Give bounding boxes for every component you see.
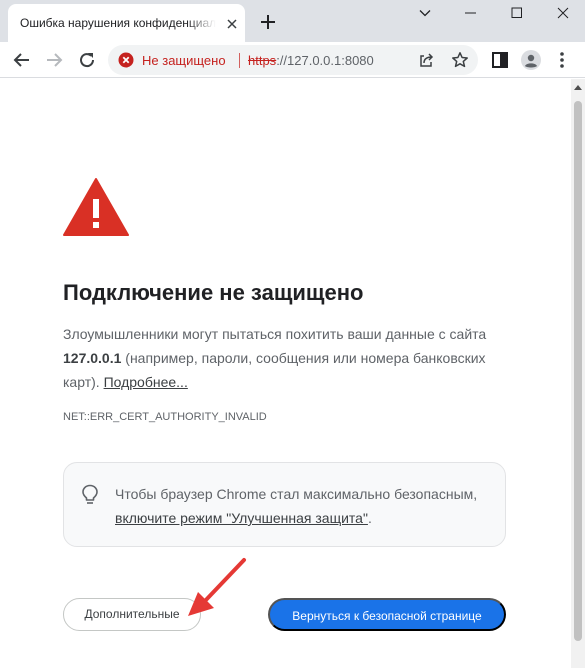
divider <box>239 53 240 68</box>
maximize-icon <box>511 7 522 18</box>
maximize-button[interactable] <box>493 0 539 30</box>
description-part-1: Злоумышленники могут пытаться похитить в… <box>63 326 487 342</box>
window-close-button[interactable] <box>539 0 585 30</box>
enhanced-protection-promo: Чтобы браузер Chrome стал максимально бе… <box>63 462 506 547</box>
profile-icon[interactable] <box>521 50 541 70</box>
tab-active[interactable]: Ошибка нарушения конфиденциальности <box>8 4 245 42</box>
scroll-up-arrow[interactable] <box>574 85 582 90</box>
learn-more-link[interactable]: Подробнее... <box>104 374 188 390</box>
page-title: Подключение не защищено <box>63 280 364 305</box>
warning-description: Злоумышленники могут пытаться похитить в… <box>63 322 493 394</box>
annotation-arrow-icon <box>188 558 246 616</box>
lightbulb-icon <box>82 484 98 504</box>
scroll-thumb[interactable] <box>574 101 582 641</box>
enhanced-text-part-2: . <box>367 510 372 526</box>
security-status[interactable]: Не защищено <box>142 53 226 68</box>
share-icon[interactable] <box>418 52 434 68</box>
warning-icon <box>63 178 129 236</box>
back-to-safety-button[interactable]: Вернуться к безопасной странице <box>268 598 506 631</box>
side-panel-icon[interactable] <box>490 50 510 70</box>
error-code: NET::ERR_CERT_AUTHORITY_INVALID <box>63 411 267 423</box>
reload-icon[interactable] <box>75 48 99 72</box>
star-icon[interactable] <box>451 51 469 69</box>
enhanced-text-part-1: Чтобы браузер Chrome стал максимально бе… <box>115 486 478 502</box>
plus-icon[interactable] <box>258 12 278 32</box>
back-arrow-icon[interactable] <box>10 48 34 72</box>
scrollbar[interactable] <box>571 79 585 668</box>
host-name: 127.0.0.1 <box>63 350 122 366</box>
address-bar[interactable]: Не защищено https://127.0.0.1:8080 <box>108 45 478 75</box>
minimize-icon <box>465 12 476 14</box>
url-host: ://127.0.0.1:8080 <box>276 53 374 68</box>
minimize-button[interactable] <box>447 0 493 30</box>
enhanced-protection-link[interactable]: включите режим "Улучшенная защита" <box>115 510 368 526</box>
toolbar: Не защищено https://127.0.0.1:8080 <box>0 42 585 78</box>
chevron-down-icon <box>419 10 431 17</box>
enhanced-protection-text: Чтобы браузер Chrome стал максимально бе… <box>115 482 495 530</box>
url-scheme: https <box>248 53 277 68</box>
tab-search-button[interactable] <box>401 0 447 30</box>
forward-arrow-icon[interactable] <box>42 48 66 72</box>
tab-title: Ошибка нарушения конфиденциальности <box>20 16 216 30</box>
title-bar: Ошибка нарушения конфиденциальности <box>0 0 585 42</box>
close-icon[interactable] <box>224 16 240 32</box>
warning-icon[interactable] <box>118 52 134 68</box>
url-text[interactable]: https://127.0.0.1:8080 <box>248 53 374 68</box>
window-close-icon <box>557 7 569 19</box>
menu-icon[interactable] <box>552 50 572 70</box>
